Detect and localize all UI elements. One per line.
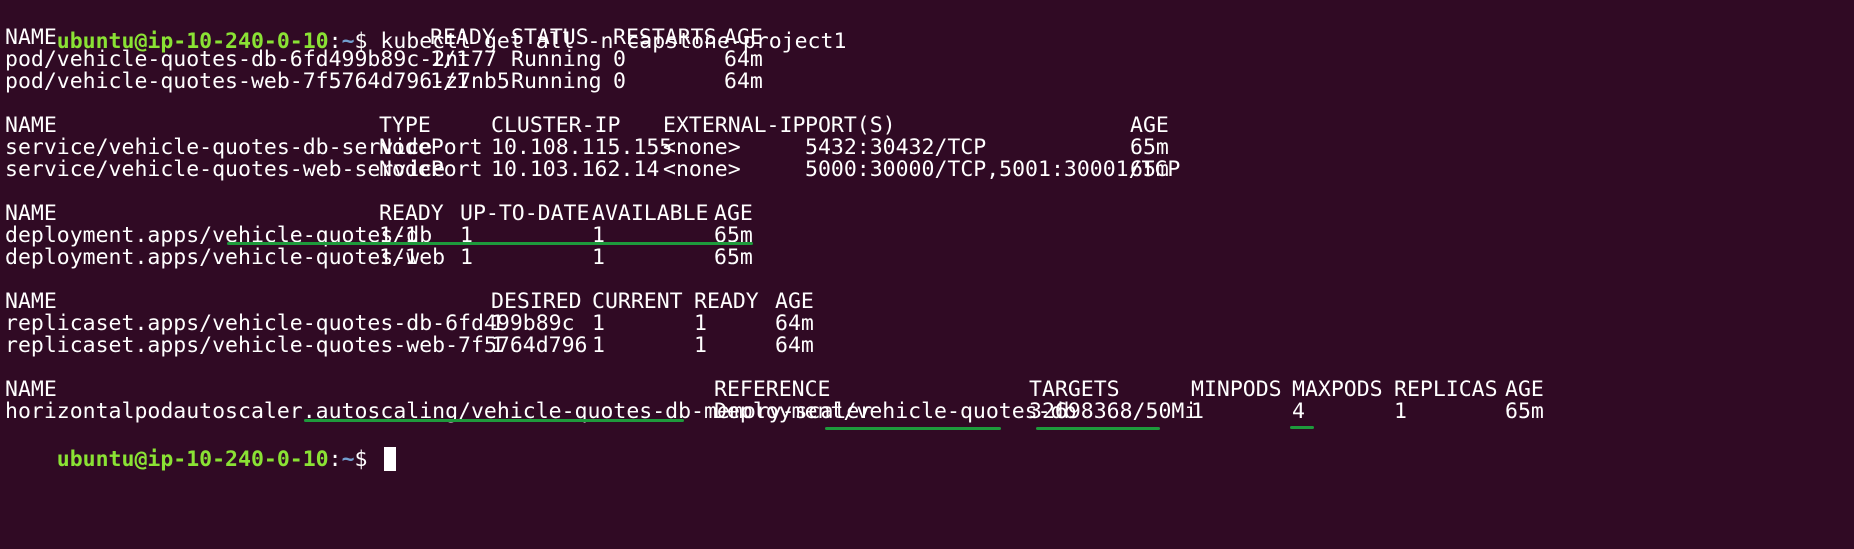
pod-ready: 1/1 — [430, 69, 469, 94]
terminal-window[interactable]: ubuntu@ip-10-240-0-10:~$ kubectl get all… — [0, 0, 1854, 549]
annotation-underline — [825, 427, 1001, 430]
col-header-replicas: REPLICAS — [1394, 377, 1498, 402]
deployment-up-to-date: 1 — [460, 245, 473, 270]
hpa-targets: 32698368/50Mi — [1029, 399, 1198, 424]
deployment-available: 1 — [592, 245, 605, 270]
annotation-underline — [1036, 427, 1160, 430]
prompt-separator: : — [328, 447, 342, 472]
replicaset-age: 64m — [775, 333, 814, 358]
table-row: replicaset.apps/vehicle-quotes-web-7f576… — [5, 333, 814, 359]
replicaset-ready: 1 — [694, 333, 707, 358]
hpa-maxpods: 4 — [1292, 399, 1305, 424]
hpa-age: 65m — [1505, 399, 1544, 424]
replicaset-desired: 1 — [491, 333, 504, 358]
service-cluster-ip: 10.103.162.14 — [491, 157, 660, 182]
col-header-current: CURRENT — [592, 289, 683, 314]
pod-age: 64m — [724, 69, 763, 94]
text-cursor — [384, 447, 397, 471]
service-type: NodePort — [379, 157, 483, 182]
col-header-up-to-date: UP-TO-DATE — [460, 201, 590, 226]
annotation-underline — [1290, 426, 1314, 429]
col-header-minpods: MINPODS — [1191, 377, 1282, 402]
col-header-maxpods: MAXPODS — [1292, 377, 1383, 402]
table-row: service/vehicle-quotes-web-service NodeP… — [5, 157, 1180, 183]
hpa-reference: Deployment/vehicle-quotes-db — [714, 399, 1077, 424]
pod-restarts: 0 — [613, 69, 626, 94]
deployment-age: 65m — [714, 245, 753, 270]
prompt-dollar: $ — [354, 447, 381, 472]
table-row: pod/vehicle-quotes-web-7f5764d796-z7nb5 … — [5, 69, 763, 95]
service-age: 65m — [1130, 157, 1169, 182]
service-external-ip: <none> — [663, 157, 741, 182]
col-header-available: AVAILABLE — [592, 201, 709, 226]
table-row: deployment.apps/vehicle-quotes-web 1/1 1… — [5, 245, 753, 271]
col-header-restarts: RESTARTS — [613, 25, 717, 50]
prompt-line[interactable]: ubuntu@ip-10-240-0-10:~$ — [5, 421, 397, 472]
service-ports: 5000:30000/TCP,5001:30001/TCP — [805, 157, 1181, 182]
hpa-replicas: 1 — [1394, 399, 1407, 424]
deployment-ready: 1/1 — [379, 245, 418, 270]
pod-status: Running — [511, 69, 602, 94]
replicaset-current: 1 — [592, 333, 605, 358]
prompt-path: ~ — [341, 447, 355, 472]
annotation-underline — [304, 419, 684, 422]
hpa-minpods: 1 — [1191, 399, 1204, 424]
command-line: ubuntu@ip-10-240-0-10:~$ kubectl get all… — [5, 3, 847, 54]
prompt-user-host: ubuntu@ip-10-240-0-10 — [56, 447, 329, 472]
annotation-underline — [227, 242, 753, 245]
